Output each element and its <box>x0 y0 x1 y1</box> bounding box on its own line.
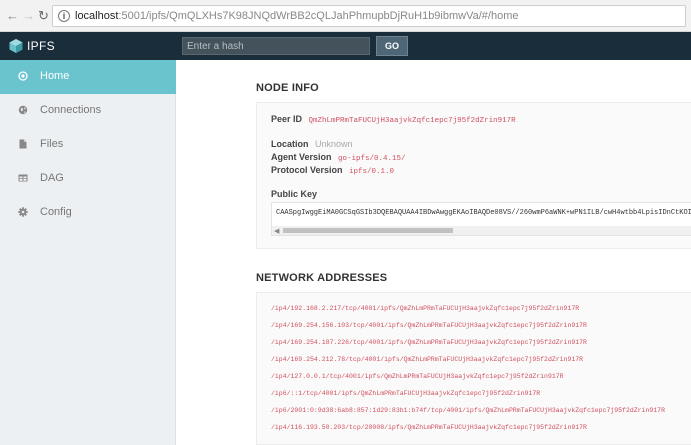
url-host: localhost <box>75 10 119 22</box>
agent-version-value: go-ipfs/0.4.15/ <box>338 155 406 163</box>
list-item: /ip4/169.254.212.78/tcp/4001/ipfs/QmZhLm… <box>271 356 584 363</box>
scroll-left-arrow-icon[interactable]: ◀ <box>274 227 279 235</box>
info-icon[interactable]: i <box>58 10 70 22</box>
url-path: :5001/ipfs/QmQLXHs7K98JNQdWrBB2cQLJahPhm… <box>118 10 519 22</box>
sidebar-item-label: Connections <box>40 104 102 116</box>
hash-search-input[interactable] <box>182 37 370 55</box>
peer-id-value: QmZhLmPRmTaFUCUjH3aajvkZqfc1epc7j95f2dZr… <box>308 117 516 125</box>
public-key-value[interactable]: CAASpgIwggEiMA0GCSqGSIb3DQEBAQUAA4IBDwAw… <box>276 209 691 217</box>
list-item: /ip4/169.254.187.226/tcp/4001/ipfs/QmZhL… <box>271 339 587 346</box>
list-item: /ip4/116.193.50.203/tcp/20008/ipfs/QmZhL… <box>271 424 587 431</box>
go-button[interactable]: GO <box>376 36 408 56</box>
sidebar-item-home[interactable]: Home <box>0 60 176 94</box>
sidebar-item-files[interactable]: Files <box>0 128 176 162</box>
sidebar: Home Connections Files DAG Config <box>0 60 176 445</box>
network-addresses-title: NETWORK ADDRESSES <box>256 272 388 284</box>
scrollbar-thumb[interactable] <box>283 228 453 233</box>
list-item: /ip4/192.168.2.217/tcp/4001/ipfs/QmZhLmP… <box>271 305 580 312</box>
list-item: /ip6/2001:0:9d38:6ab8:857:1d29:83b1:b74f… <box>271 407 665 414</box>
url-text[interactable]: localhost:5001/ipfs/QmQLXHs7K98JNQdWrBB2… <box>75 10 518 22</box>
globe-icon <box>18 105 28 115</box>
app-header: IPFS GO <box>0 32 691 60</box>
brand[interactable]: IPFS <box>0 32 176 60</box>
main-content: NODE INFO Peer ID QmZhLmPRmTaFUCUjH3aajv… <box>176 60 691 445</box>
location-row: Location Unknown <box>271 139 353 149</box>
horizontal-scrollbar[interactable]: ◀ <box>272 226 691 235</box>
sidebar-item-dag[interactable]: DAG <box>0 162 176 196</box>
list-item: /ip4/127.0.0.1/tcp/4001/ipfs/QmZhLmPRmTa… <box>271 373 564 380</box>
forward-arrow-icon[interactable]: → <box>22 8 35 23</box>
list-item: /ip6/::1/tcp/4001/ipfs/QmZhLmPRmTaFUCUjH… <box>271 390 541 397</box>
ipfs-cube-icon <box>9 39 23 53</box>
network-addresses-card: /ip4/192.168.2.217/tcp/4001/ipfs/QmZhLmP… <box>256 292 691 445</box>
gear-icon <box>18 207 28 217</box>
table-icon <box>18 174 28 182</box>
back-arrow-icon[interactable]: ← <box>6 8 19 23</box>
protocol-version-label: Protocol Version <box>271 165 343 175</box>
brand-name: IPFS <box>27 39 55 53</box>
sidebar-item-label: Files <box>40 138 64 150</box>
peer-id-label: Peer ID <box>271 114 303 124</box>
file-icon <box>19 139 27 149</box>
list-item: /ip4/169.254.156.103/tcp/4001/ipfs/QmZhL… <box>271 322 587 329</box>
location-label: Location <box>271 139 309 149</box>
location-value: Unknown <box>315 139 353 149</box>
sidebar-item-label: Config <box>40 206 72 218</box>
reload-icon[interactable]: ↻ <box>38 8 49 24</box>
peer-id-row: Peer ID QmZhLmPRmTaFUCUjH3aajvkZqfc1epc7… <box>271 114 516 125</box>
sidebar-item-label: DAG <box>40 172 64 184</box>
public-key-box[interactable]: CAASpgIwggEiMA0GCSqGSIb3DQEBAQUAA4IBDwAw… <box>271 202 691 236</box>
sidebar-item-label: Home <box>40 70 70 82</box>
agent-version-label: Agent Version <box>271 152 332 162</box>
protocol-version-row: Protocol Version ipfs/0.1.0 <box>271 165 394 176</box>
sidebar-item-config[interactable]: Config <box>0 196 176 230</box>
agent-version-row: Agent Version go-ipfs/0.4.15/ <box>271 152 406 163</box>
target-icon <box>18 71 28 81</box>
protocol-version-value: ipfs/0.1.0 <box>349 168 395 176</box>
sidebar-item-connections[interactable]: Connections <box>0 94 176 128</box>
address-bar[interactable]: i localhost:5001/ipfs/QmQLXHs7K98JNQdWrB… <box>52 5 686 27</box>
node-info-title: NODE INFO <box>256 82 319 94</box>
node-info-card: Peer ID QmZhLmPRmTaFUCUjH3aajvkZqfc1epc7… <box>256 102 691 249</box>
public-key-label: Public Key <box>271 189 318 199</box>
browser-toolbar: ← → ↻ i localhost:5001/ipfs/QmQLXHs7K98J… <box>0 0 691 32</box>
